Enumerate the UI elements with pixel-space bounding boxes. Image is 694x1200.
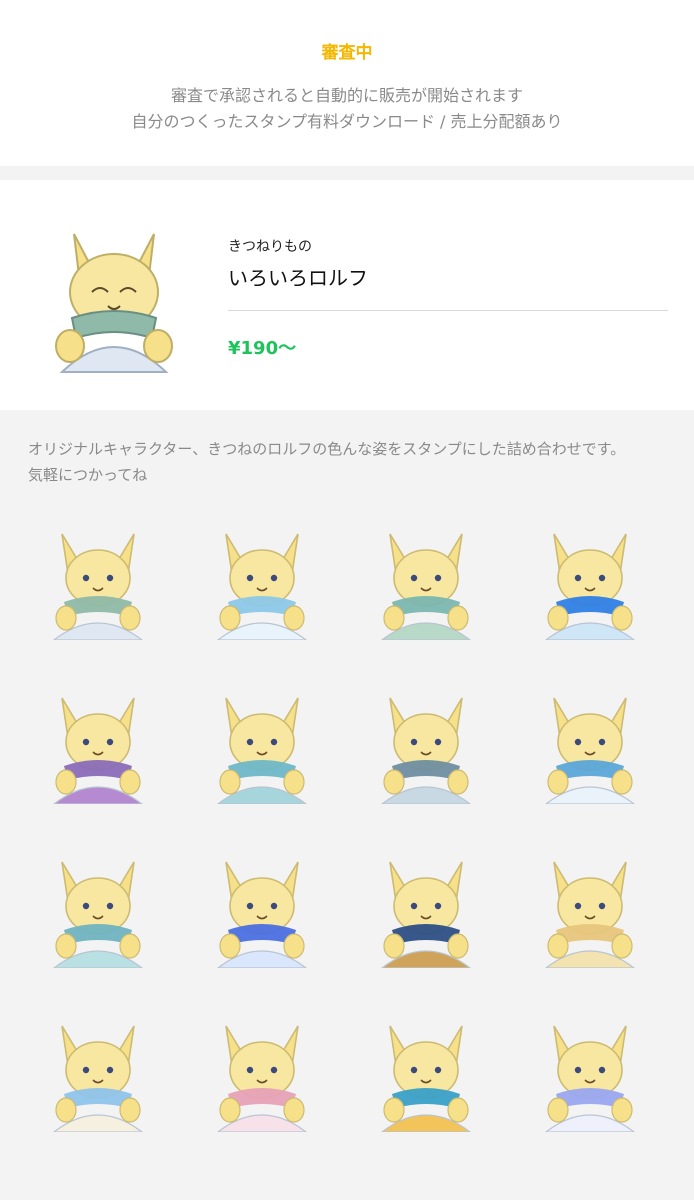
fox-sticker-10-icon bbox=[217, 861, 307, 968]
fox-sticker-8-icon bbox=[545, 697, 635, 804]
divider bbox=[228, 310, 668, 311]
fox-sticker-12-icon bbox=[545, 861, 635, 968]
sticker-item[interactable] bbox=[520, 520, 660, 640]
sticker-item[interactable] bbox=[520, 684, 660, 804]
fox-sticker-16-icon bbox=[545, 1025, 635, 1132]
fox-sticker-15-icon bbox=[381, 1025, 471, 1132]
product-title: いろいろロルフ bbox=[228, 266, 368, 290]
fox-sticker-14-icon bbox=[217, 1025, 307, 1132]
fox-sticker-2-icon bbox=[217, 533, 307, 640]
sticker-item[interactable] bbox=[192, 684, 332, 804]
fox-sticker-7-icon bbox=[381, 697, 471, 804]
review-note-line2: 自分のつくったスタンプ有料ダウンロード / 売上分配額あり bbox=[131, 112, 563, 131]
sticker-item[interactable] bbox=[28, 1012, 168, 1132]
fox-sticker-6-icon bbox=[217, 697, 307, 804]
sticker-item[interactable] bbox=[28, 684, 168, 804]
review-status-label: 審査中 bbox=[321, 43, 373, 63]
review-status-panel: 審査中 審査で承認されると自動的に販売が開始されます 自分のつくったスタンプ有料… bbox=[0, 0, 694, 166]
sticker-item[interactable] bbox=[356, 684, 496, 804]
fox-sticker-5-icon bbox=[53, 697, 143, 804]
description-line2: 気軽につかってね bbox=[28, 466, 148, 484]
fox-sticker-13-icon bbox=[53, 1025, 143, 1132]
sticker-item[interactable] bbox=[28, 848, 168, 968]
fox-sticker-11-icon bbox=[381, 861, 471, 968]
product-author[interactable]: きつねりもの bbox=[228, 236, 312, 256]
fox-sticker-1-icon bbox=[53, 533, 143, 640]
sticker-item[interactable] bbox=[356, 848, 496, 968]
sticker-item[interactable] bbox=[192, 848, 332, 968]
sticker-item[interactable] bbox=[356, 520, 496, 640]
fox-sticker-3-icon bbox=[381, 533, 471, 640]
sticker-item[interactable] bbox=[520, 1012, 660, 1132]
sticker-item[interactable] bbox=[28, 520, 168, 640]
fox-sticker-9-icon bbox=[53, 861, 143, 968]
product-price: ¥190〜 bbox=[228, 338, 297, 359]
fox-sticker-4-icon bbox=[545, 533, 635, 640]
review-note-line1: 審査で承認されると自動的に販売が開始されます bbox=[170, 86, 523, 105]
product-thumbnail bbox=[44, 214, 184, 374]
description-line1: オリジナルキャラクター、きつねのロルフの色んな姿をスタンプにした詰め合わせです。 bbox=[28, 440, 626, 458]
product-card[interactable]: きつねりもの いろいろロルフ ¥190〜 bbox=[0, 180, 694, 410]
sticker-item[interactable] bbox=[192, 520, 332, 640]
sticker-item[interactable] bbox=[356, 1012, 496, 1132]
fox-main-icon bbox=[55, 233, 173, 373]
sticker-item[interactable] bbox=[192, 1012, 332, 1132]
product-description: オリジナルキャラクター、きつねのロルフの色んな姿をスタンプにした詰め合わせです。… bbox=[28, 436, 668, 488]
sticker-item[interactable] bbox=[520, 848, 660, 968]
